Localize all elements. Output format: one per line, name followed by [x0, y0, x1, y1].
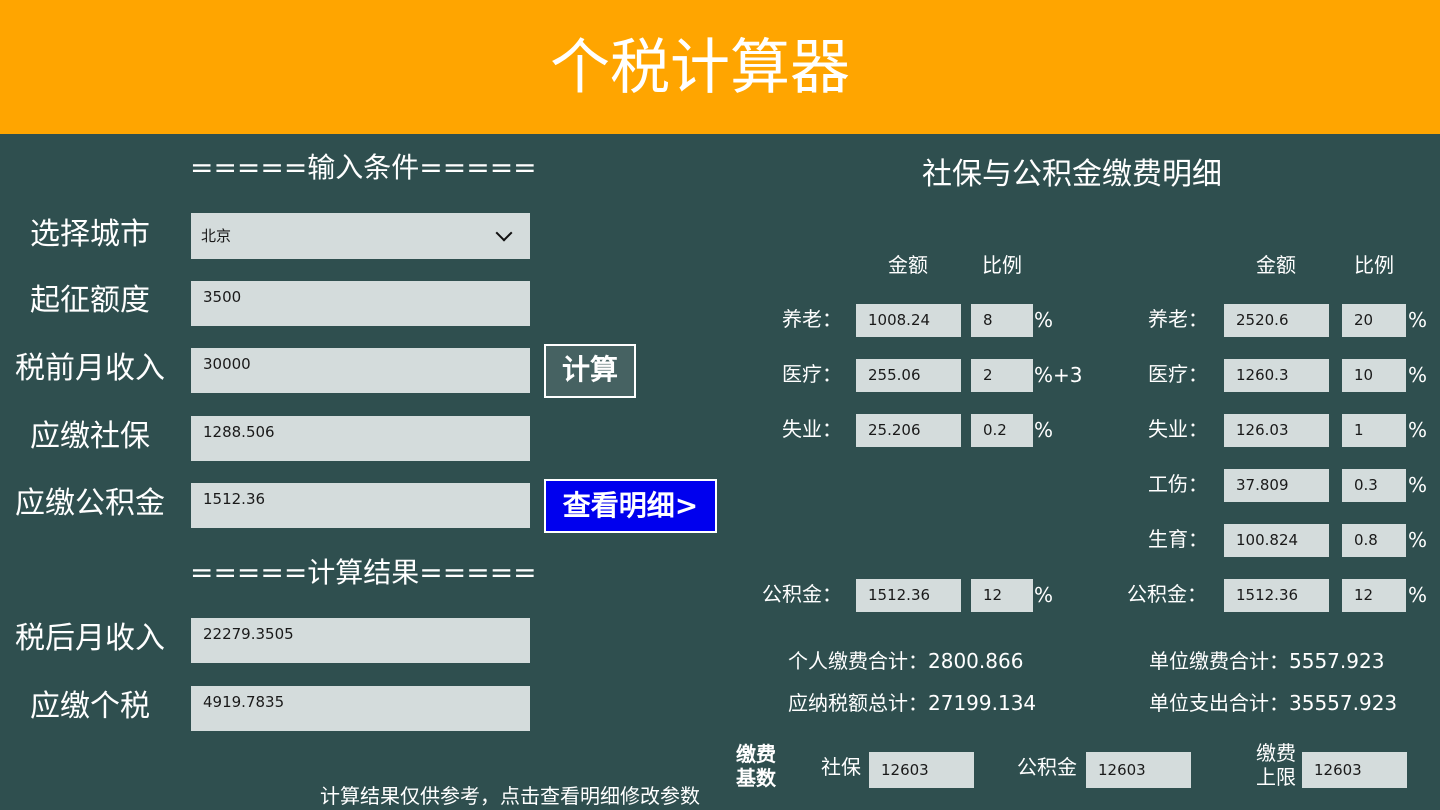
personal-medical-ratio[interactable]: 2	[971, 359, 1033, 392]
tax-due-output: 4919.7835	[191, 686, 530, 731]
employer-medical-amount[interactable]: 1260.3	[1224, 359, 1329, 392]
employer-maternity-unit: %	[1408, 528, 1428, 552]
base-social-label: 社保	[821, 755, 861, 779]
calculate-button[interactable]: 计算	[544, 344, 636, 398]
pretax-income-input[interactable]: 30000	[191, 348, 530, 393]
personal-medical-amount[interactable]: 255.06	[856, 359, 961, 392]
employer-amount-header: 金额	[1256, 253, 1296, 277]
employer-maternity-amount[interactable]: 100.824	[1224, 524, 1329, 557]
view-details-button[interactable]: 查看明细>	[544, 479, 717, 533]
base-cap-input[interactable]: 12603	[1302, 752, 1407, 788]
personal-unemployment-amount[interactable]: 25.206	[856, 414, 961, 447]
chevron-down-icon	[495, 224, 513, 242]
employer-injury-unit: %	[1408, 473, 1428, 497]
employer-pension-amount[interactable]: 2520.6	[1224, 304, 1329, 337]
personal-fund-unit: %	[1034, 583, 1054, 607]
personal-pension-unit: %	[1034, 308, 1054, 332]
threshold-label: 起征额度	[30, 283, 150, 318]
employer-maternity-ratio[interactable]: 0.8	[1342, 524, 1406, 557]
employer-maternity-label: 生育：	[1148, 527, 1208, 551]
employer-pension-unit: %	[1408, 308, 1428, 332]
personal-medical-unit: %+3	[1034, 363, 1083, 387]
employer-unemployment-ratio[interactable]: 1	[1342, 414, 1406, 447]
base-fund-label: 公积金	[1017, 755, 1077, 779]
posttax-income-label: 税后月收入	[15, 621, 165, 656]
footer-note: 计算结果仅供参考，点击查看明细修改参数	[320, 784, 700, 808]
employer-injury-label: 工伤：	[1148, 472, 1208, 496]
pretax-income-label: 税前月收入	[15, 351, 165, 386]
contribution-base-label: 缴费基数	[736, 742, 776, 790]
city-select[interactable]: 北京	[191, 213, 530, 259]
employer-fund-amount[interactable]: 1512.36	[1224, 579, 1329, 612]
employer-fund-unit: %	[1408, 583, 1428, 607]
personal-fund-amount[interactable]: 1512.36	[856, 579, 961, 612]
employer-ratio-header: 比例	[1354, 253, 1394, 277]
employer-unemployment-amount[interactable]: 126.03	[1224, 414, 1329, 447]
employer-injury-amount[interactable]: 37.809	[1224, 469, 1329, 502]
base-social-input[interactable]: 12603	[869, 752, 974, 788]
employer-unemployment-unit: %	[1408, 418, 1428, 442]
employer-fund-label: 公积金：	[1127, 582, 1207, 606]
input-section-heading: =====输入条件=====	[190, 151, 537, 184]
result-section-heading: =====计算结果=====	[190, 556, 537, 589]
base-cap-label: 缴费上限	[1256, 741, 1296, 789]
employer-expense-total: 单位支出合计：35557.923	[1149, 691, 1398, 715]
employer-medical-ratio[interactable]: 10	[1342, 359, 1406, 392]
housing-fund-input[interactable]: 1512.36	[191, 483, 530, 528]
personal-pension-amount[interactable]: 1008.24	[856, 304, 961, 337]
details-title: 社保与公积金缴费明细	[922, 157, 1222, 192]
personal-unemployment-unit: %	[1034, 418, 1054, 442]
personal-unemployment-ratio[interactable]: 0.2	[971, 414, 1033, 447]
personal-total: 个人缴费合计：2800.866	[788, 649, 1024, 673]
personal-unemployment-label: 失业：	[782, 417, 842, 441]
personal-fund-ratio[interactable]: 12	[971, 579, 1033, 612]
employer-injury-ratio[interactable]: 0.3	[1342, 469, 1406, 502]
personal-pension-ratio[interactable]: 8	[971, 304, 1033, 337]
personal-amount-header: 金额	[888, 253, 928, 277]
social-insurance-label: 应缴社保	[30, 419, 150, 454]
employer-unemployment-label: 失业：	[1148, 417, 1208, 441]
employer-medical-unit: %	[1408, 363, 1428, 387]
personal-pension-label: 养老：	[782, 307, 842, 331]
city-select-value: 北京	[201, 227, 232, 245]
employer-medical-label: 医疗：	[1148, 362, 1208, 386]
app-title: 个税计算器	[550, 33, 850, 103]
employer-pension-ratio[interactable]: 20	[1342, 304, 1406, 337]
housing-fund-label: 应缴公积金	[15, 486, 165, 521]
personal-fund-label: 公积金：	[762, 582, 842, 606]
base-fund-input[interactable]: 12603	[1086, 752, 1191, 788]
employer-fund-ratio[interactable]: 12	[1342, 579, 1406, 612]
employer-pension-label: 养老：	[1148, 307, 1208, 331]
threshold-input[interactable]: 3500	[191, 281, 530, 326]
taxable-total: 应纳税额总计：27199.134	[788, 691, 1037, 715]
posttax-income-output: 22279.3505	[191, 618, 530, 663]
tax-due-label: 应缴个税	[30, 689, 150, 724]
personal-medical-label: 医疗：	[782, 362, 842, 386]
social-insurance-input[interactable]: 1288.506	[191, 416, 530, 461]
city-label: 选择城市	[30, 217, 150, 252]
personal-ratio-header: 比例	[982, 253, 1022, 277]
employer-total: 单位缴费合计：5557.923	[1149, 649, 1385, 673]
